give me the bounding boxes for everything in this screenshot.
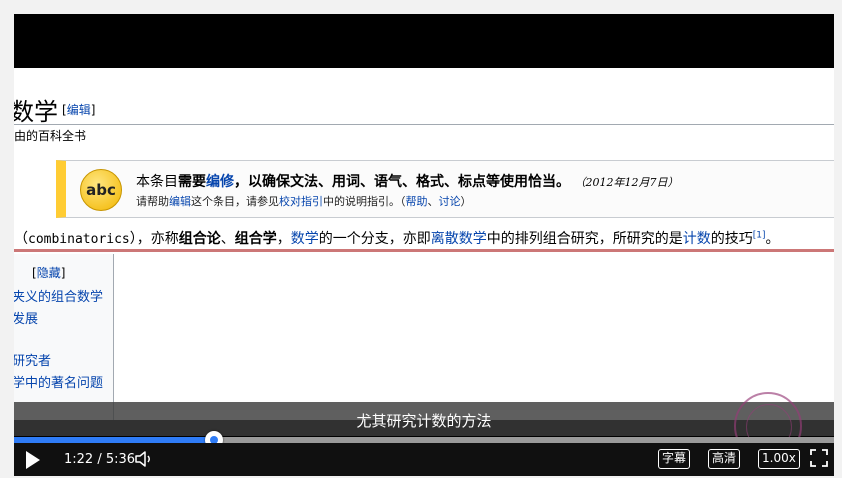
video-player[interactable]: 数学 [编辑] 由的百科全书 abc 本条目需要编修，以确保文法、用词、语气、格…	[14, 14, 834, 476]
notice-sub-text: 请帮助编辑这个条目，请参见校对指引中的说明指引。（帮助、讨论）	[136, 195, 472, 208]
toc-item: 夹义的组合数学	[14, 290, 104, 305]
control-bar: 1:22 / 5:36 字幕 高清 1.00x	[14, 443, 834, 476]
article-subtitle: 由的百科全书	[14, 129, 87, 143]
maintenance-notice: abc 本条目需要编修，以确保文法、用词、语气、格式、标点等使用恰当。 （2012…	[56, 160, 834, 218]
toc-item: 研究者	[14, 354, 52, 369]
toc-item: 发展	[14, 312, 39, 327]
quality-button[interactable]: 高清	[708, 449, 741, 469]
title-divider	[14, 124, 834, 125]
notice-main-text: 本条目需要编修，以确保文法、用词、语气、格式、标点等使用恰当。 （2012年12月…	[136, 174, 679, 190]
time-display: 1:22 / 5:36	[64, 452, 136, 467]
subtitle-text: 尤其研究计数的方法	[356, 412, 492, 430]
toc-hide-toggle: [隐藏]	[32, 266, 66, 280]
edit-link: 编辑	[66, 103, 91, 117]
article-lead: （combinatorics），亦称组合论、组合学，数学的一个分支，亦即离散数学…	[14, 230, 780, 247]
subtitles-button[interactable]: 字幕	[658, 449, 691, 469]
notice-date: （2012年12月7日）	[580, 176, 679, 189]
volume-icon[interactable]	[134, 449, 154, 469]
article-title: 数学	[14, 98, 58, 126]
abc-icon: abc	[80, 169, 122, 211]
play-icon[interactable]	[26, 451, 40, 469]
fullscreen-icon[interactable]	[810, 449, 828, 467]
speed-button[interactable]: 1.00x	[758, 449, 800, 469]
table-of-contents: [隐藏] 夹义的组合数学 发展 研究者 学中的著名问题	[14, 254, 114, 420]
red-divider	[14, 249, 834, 252]
video-frame: 数学 [编辑] 由的百科全书 abc 本条目需要编修，以确保文法、用词、语气、格…	[14, 68, 834, 420]
toc-item: 学中的著名问题	[14, 376, 104, 391]
subtitle-bar: 尤其研究计数的方法	[14, 402, 834, 436]
edit-section: [编辑]	[62, 103, 96, 117]
